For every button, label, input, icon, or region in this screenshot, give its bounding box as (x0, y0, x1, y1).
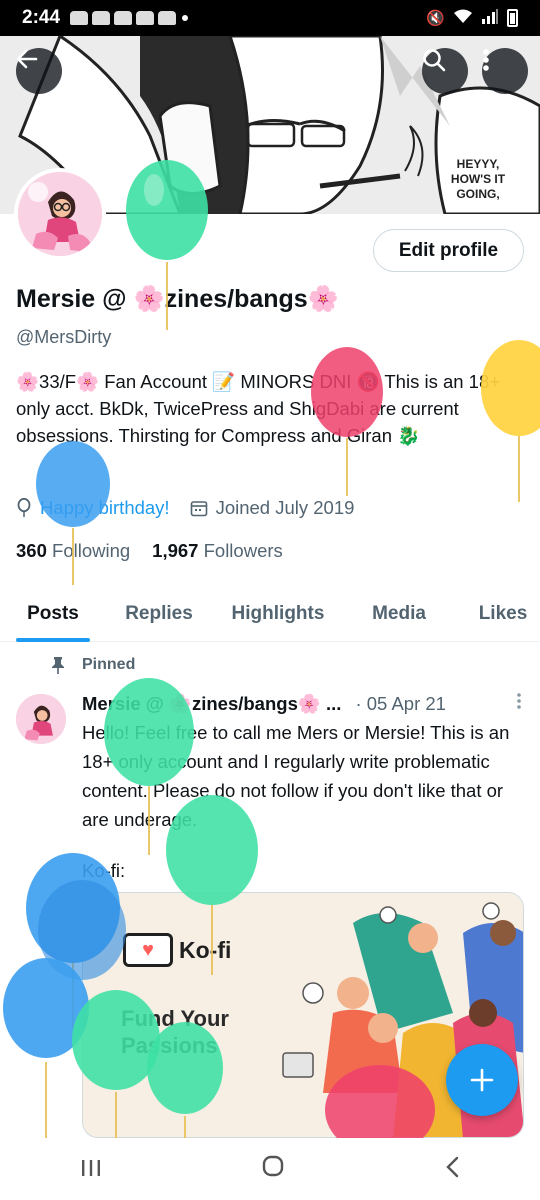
speech-line-2: HOW'S IT (451, 172, 506, 186)
signal-icon (481, 8, 499, 28)
kofi-logo: ♥ Ko-fi (123, 933, 231, 967)
post-author-name[interactable]: Mersie @ 🌸zines/bangs🌸 ... (82, 693, 341, 715)
joined-text: Joined July 2019 (215, 497, 355, 518)
more-vertical-icon (517, 693, 521, 709)
more-vertical-icon (483, 49, 489, 71)
balloon-icon (3, 958, 89, 1138)
following-link[interactable]: 360 Following (16, 540, 130, 562)
pinned-label: Pinned (82, 656, 136, 673)
notification-icons (70, 11, 177, 25)
card-tagline: Fund Your Passions (121, 1006, 229, 1058)
tab-posts[interactable]: Posts (16, 590, 90, 642)
system-nav-bar (0, 1138, 540, 1200)
speech-line-3: GOING, (456, 187, 499, 201)
home-icon (262, 1155, 284, 1176)
status-time: 2:44 (22, 7, 61, 28)
birthday-item: Happy birthday! (16, 497, 170, 519)
back-arrow-icon (16, 49, 38, 69)
recent-apps-icon (81, 1159, 100, 1176)
tab-replies[interactable]: Replies (114, 590, 204, 642)
followers-count: 1,967 (152, 540, 199, 561)
compose-button[interactable] (446, 1044, 518, 1116)
kofi-brand: Ko-fi (179, 936, 232, 963)
post-text: Hello! Feel free to call me Mers or Mers… (82, 722, 510, 830)
profile-bio: 🌸33/F🌸 Fan Account 📝 MINORS DNI 🔞 This i… (16, 371, 501, 446)
wifi-icon (453, 8, 473, 28)
search-button[interactable] (422, 48, 468, 94)
following-count: 360 (16, 540, 47, 561)
search-icon (423, 49, 446, 72)
post-more-button[interactable] (516, 692, 522, 715)
pin-icon (52, 657, 64, 674)
post-kofi-label: Ko-fi: (82, 860, 126, 881)
joined-item: Joined July 2019 (190, 497, 355, 519)
system-icons: 🔇 (426, 8, 518, 28)
edit-profile-button[interactable]: Edit profile (373, 229, 524, 272)
tab-media[interactable]: Media (358, 590, 440, 642)
active-tab-indicator (16, 638, 90, 642)
balloon-icon (17, 498, 31, 517)
kofi-cup-icon: ♥ (123, 933, 173, 967)
profile-tabs: Posts Replies Highlights Media Likes (0, 590, 540, 642)
birthday-text: Happy birthday! (40, 497, 170, 518)
profile-meta: Happy birthday! Joined July 2019 (16, 497, 354, 519)
following-label: Following (52, 540, 131, 561)
profile-handle: @MersDirty (16, 327, 112, 347)
speech-line-1: HEYYY, (457, 157, 500, 171)
home-button[interactable] (261, 1154, 285, 1185)
more-options-button[interactable] (482, 48, 528, 94)
plus-icon (470, 1068, 494, 1092)
avatar-illustration (18, 172, 102, 256)
profile-name: Mersie @ 🌸zines/bangs🌸 (16, 285, 339, 313)
post-date[interactable]: · 05 Apr 21 (355, 693, 446, 715)
battery-icon (507, 9, 518, 27)
followers-link[interactable]: 1,967 Followers (152, 540, 283, 562)
avatar-illustration-small (16, 694, 66, 744)
back-nav-button[interactable] (444, 1154, 460, 1185)
followers-label: Followers (203, 540, 283, 561)
chevron-left-icon (446, 1156, 459, 1177)
recent-apps-button[interactable] (80, 1154, 102, 1185)
tab-likes[interactable]: Likes (470, 590, 536, 642)
mute-icon: 🔇 (426, 10, 445, 27)
pinned-indicator: Pinned (50, 656, 135, 674)
follow-stats: 360 Following 1,967 Followers (16, 540, 283, 562)
back-button[interactable] (16, 48, 62, 94)
tab-highlights[interactable]: Highlights (222, 590, 334, 642)
post-author-avatar[interactable] (16, 694, 66, 744)
post-header: Mersie @ 🌸zines/bangs🌸 ... · 05 Apr 21 (82, 692, 522, 715)
more-notifications-dot (182, 15, 189, 21)
calendar-icon (190, 501, 207, 517)
profile-avatar[interactable] (14, 168, 106, 260)
status-bar: 2:44 🔇 (0, 0, 540, 36)
